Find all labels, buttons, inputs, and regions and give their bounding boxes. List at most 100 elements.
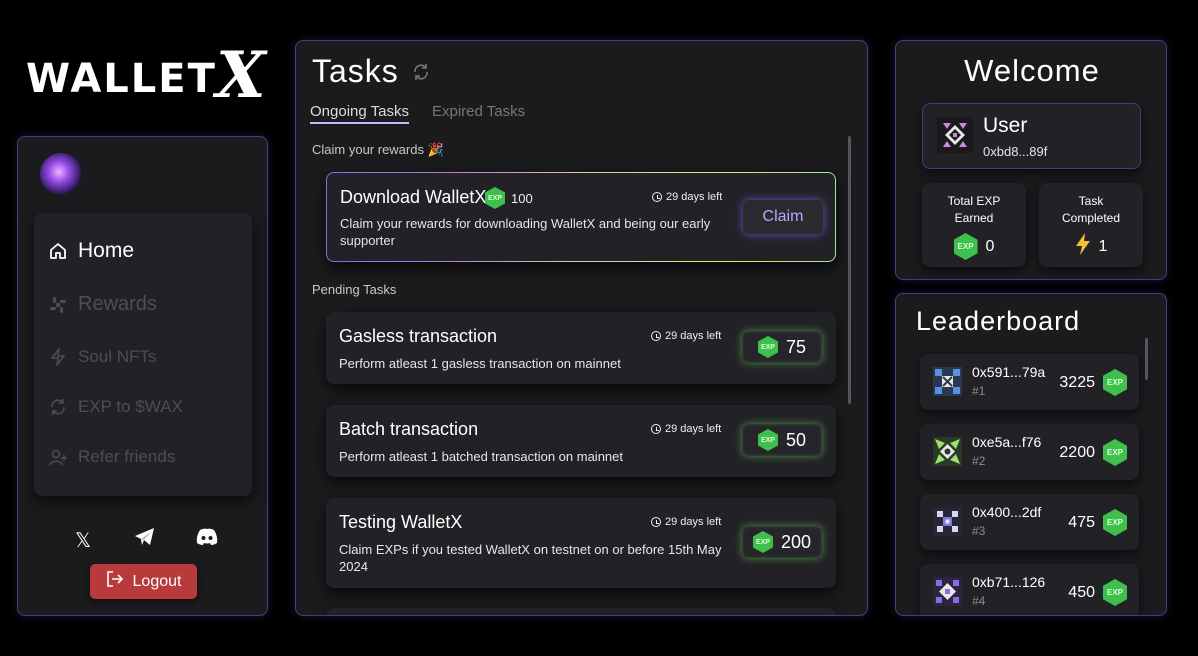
discord-icon[interactable]	[194, 528, 220, 552]
exp-icon: EXP	[1103, 439, 1127, 466]
score-value: 2200	[1059, 443, 1095, 461]
telegram-icon[interactable]	[132, 527, 158, 553]
exp-icon: EXP	[757, 336, 778, 358]
leaderboard-address: 0x591...79a	[972, 364, 1046, 380]
days-left: 29 days left	[652, 191, 722, 203]
nav-item-exp-to-wax[interactable]: EXP to $WAX	[48, 397, 183, 417]
task-reward-badge: EXP 75	[742, 331, 822, 363]
exp-icon: EXP	[752, 531, 773, 553]
task-title: Gasless transaction	[339, 326, 498, 346]
task-reward: EXP 100	[485, 187, 533, 209]
exp-icon: EXP	[1103, 579, 1127, 606]
exp-icon: EXP	[1103, 369, 1127, 396]
nav-item-refer-friends[interactable]: Refer friends	[48, 447, 175, 467]
score-value: 475	[1068, 513, 1095, 531]
logo-mark: X	[216, 38, 266, 113]
logout-button[interactable]: Logout	[90, 564, 197, 599]
refresh-icon[interactable]	[412, 63, 430, 87]
social-links: 𝕏	[70, 527, 220, 553]
reward-value: 200	[780, 531, 812, 552]
featured-task-card: Download WalletX EXP 100 29 days left Cl…	[326, 172, 836, 262]
task-title: Testing WalletX	[339, 512, 463, 532]
claim-button[interactable]: Claim	[743, 200, 823, 234]
stat-value: 0	[985, 238, 995, 255]
leaderboard-rank: #3	[972, 524, 986, 538]
nav-label: Soul NFTs	[78, 347, 157, 366]
exp-icon: EXP	[757, 429, 778, 451]
leaderboard-score: 475 EXP	[1068, 509, 1127, 536]
nav-label: EXP to $WAX	[78, 397, 183, 416]
nav-label: Rewards	[78, 293, 157, 315]
task-description: Perform atleast 1 gasless transaction on…	[339, 356, 621, 371]
stat-label-line2: Completed	[1061, 211, 1121, 225]
task-card	[326, 608, 836, 615]
logout-icon	[106, 571, 124, 592]
nav-item-soul-nfts[interactable]: Soul NFTs	[48, 347, 156, 367]
sidebar: Home Rewards Soul NFTs EXP to $WAX Refer…	[17, 136, 268, 616]
tab-ongoing-tasks[interactable]: Ongoing Tasks	[310, 103, 409, 124]
clock-icon	[651, 517, 661, 527]
stat-label-line2: Earned	[954, 211, 994, 225]
task-card: Batch transaction 29 days left Perform a…	[326, 405, 836, 477]
nav-item-home[interactable]: Home	[48, 239, 134, 263]
rewards-icon	[48, 295, 68, 315]
claim-section-label: Claim your rewards 🎉	[312, 142, 444, 157]
clock-icon	[651, 331, 661, 341]
nav-item-rewards[interactable]: Rewards	[48, 293, 157, 316]
user-address: 0xbd8...89f	[983, 144, 1048, 159]
leaderboard-row: 0xe5a...f76 #2 2200 EXP	[920, 424, 1139, 480]
leaderboard-row: 0x591...79a #1 3225 EXP	[920, 354, 1139, 410]
leaderboard-row: 0x400...2df #3 475 EXP	[920, 494, 1139, 550]
exp-icon: EXP	[485, 187, 505, 209]
task-reward-badge: EXP 50	[742, 424, 822, 456]
leaderboard-score: 3225 EXP	[1059, 369, 1127, 396]
leaderboard-rank: #4	[972, 594, 986, 608]
exp-icon: EXP	[953, 233, 978, 260]
days-left-text: 29 days left	[665, 330, 722, 342]
pending-section-label: Pending Tasks	[312, 282, 397, 297]
stat-label-line1: Total EXP	[947, 194, 1001, 208]
walletx-logo: WALLET X	[26, 38, 276, 113]
days-left-text: 29 days left	[665, 423, 722, 435]
days-left: 29 days left	[651, 330, 721, 342]
tasks-title: Tasks	[312, 53, 399, 89]
stat-value: 1	[1098, 237, 1108, 255]
user-plus-icon	[48, 447, 68, 467]
task-card: Testing WalletX 29 days left Claim EXPs …	[326, 498, 836, 588]
leaderboard-address: 0xb71...126	[972, 574, 1046, 590]
address-avatar	[933, 577, 962, 606]
leaderboard-address: 0xe5a...f76	[972, 434, 1042, 450]
user-avatar[interactable]	[40, 153, 82, 195]
nav-label: Home	[78, 239, 135, 262]
task-reward-badge: EXP 200	[742, 526, 822, 558]
leaderboard-score: 450 EXP	[1068, 579, 1127, 606]
user-card: User 0xbd8...89f	[922, 103, 1141, 169]
lightning-icon	[48, 347, 68, 367]
leaderboard-scrollbar[interactable]	[1145, 338, 1148, 380]
tasks-panel: Tasks Ongoing Tasks Expired Tasks Claim …	[295, 40, 868, 616]
total-exp-stat: Total EXP Earned EXP 0	[922, 183, 1026, 267]
reward-value: 100	[511, 190, 533, 206]
task-description: Claim EXPs if you tested WalletX on test…	[339, 542, 722, 574]
reward-value: 50	[785, 429, 807, 450]
task-title: Batch transaction	[339, 419, 479, 439]
days-left: 29 days left	[651, 423, 721, 435]
score-value: 3225	[1059, 373, 1095, 391]
score-value: 450	[1068, 583, 1095, 601]
task-card: Gasless transaction 29 days left Perform…	[326, 312, 836, 384]
user-name: User	[983, 114, 1028, 137]
tasks-completed-stat: Task Completed 1	[1039, 183, 1143, 267]
user-avatar	[937, 117, 973, 153]
days-left-text: 29 days left	[666, 191, 723, 203]
welcome-title: Welcome	[964, 53, 1100, 88]
leaderboard-row: 0xb71...126 #4 450 EXP	[920, 564, 1139, 615]
welcome-panel: Welcome User 0xbd8...89f Total EXP Earne…	[895, 40, 1167, 280]
x-icon[interactable]: 𝕏	[70, 528, 96, 553]
tab-expired-tasks[interactable]: Expired Tasks	[432, 103, 525, 120]
address-avatar	[933, 437, 962, 466]
nav-label: Refer friends	[78, 447, 176, 466]
days-left: 29 days left	[651, 516, 721, 528]
leaderboard-rank: #1	[972, 384, 986, 398]
tasks-scrollbar[interactable]	[848, 136, 851, 404]
lightning-icon	[1075, 233, 1091, 259]
